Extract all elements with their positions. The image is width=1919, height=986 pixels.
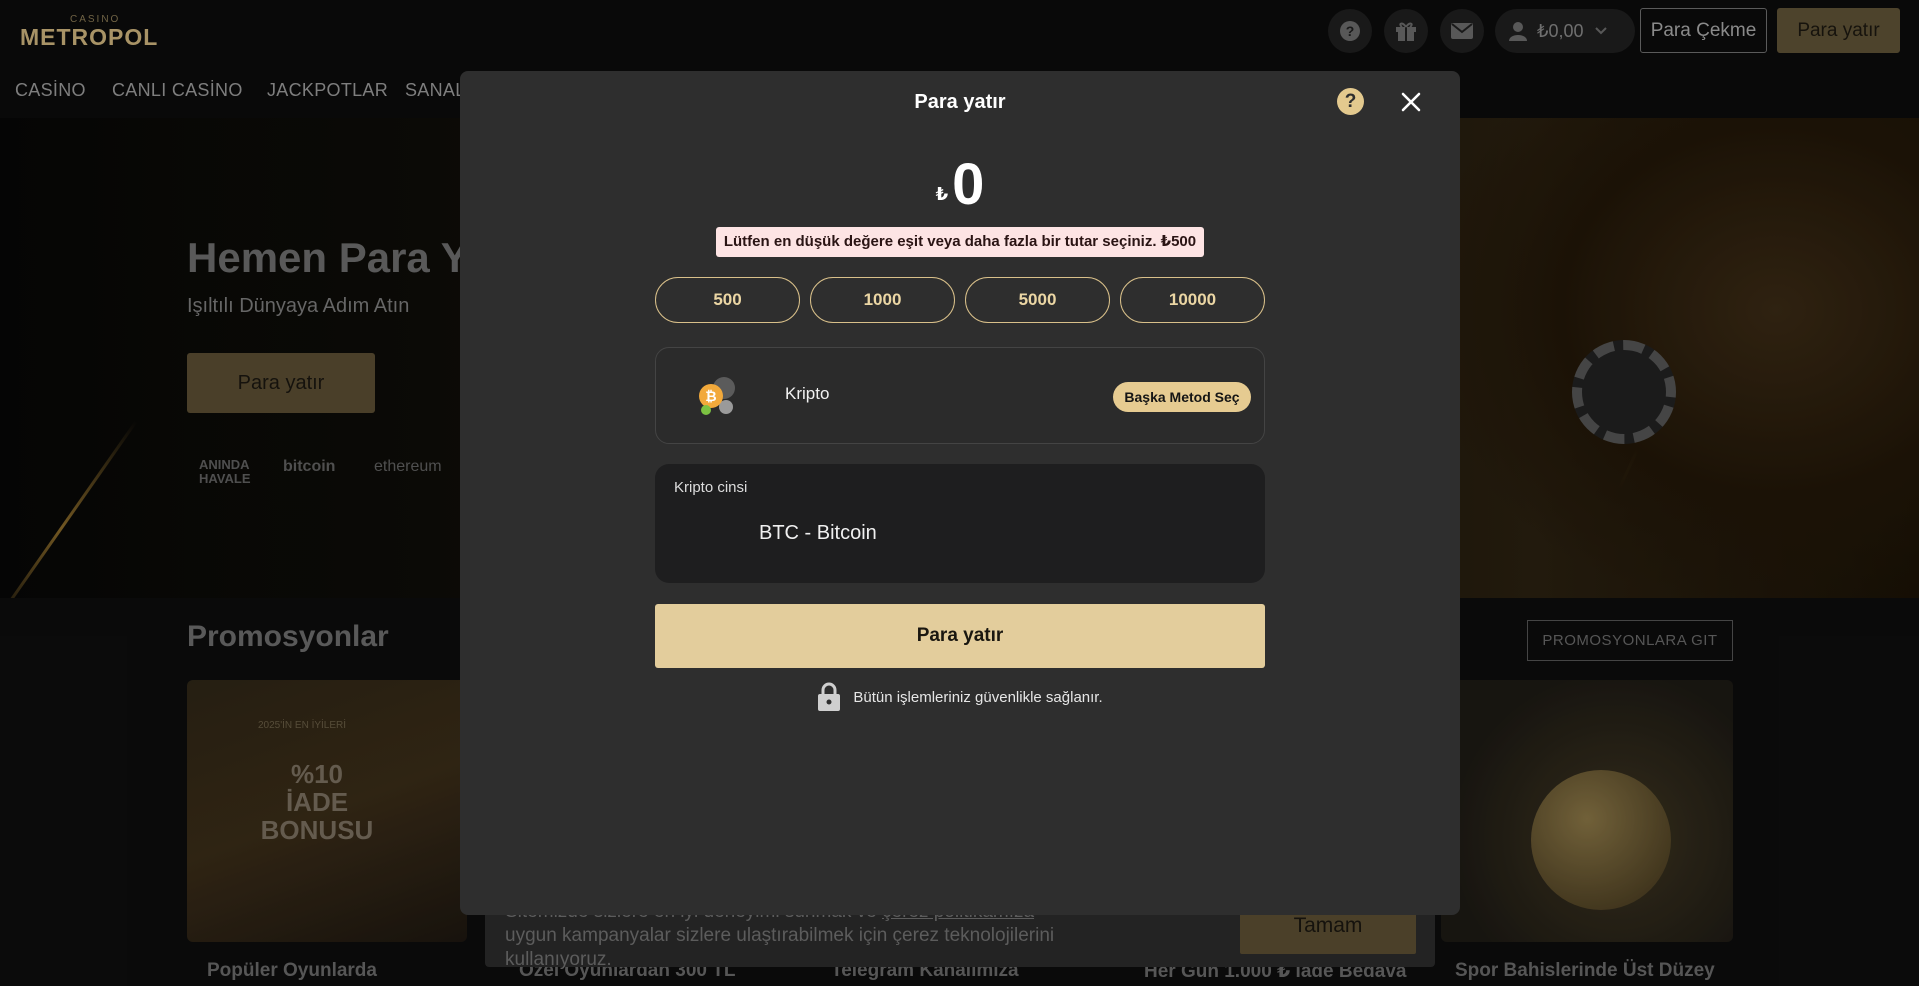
secure-note: Bütün işlemleriniz güvenlikle sağlanır. <box>460 682 1460 712</box>
deposit-modal: Para yatır ? ₺0 Lütfen en düşük değere e… <box>460 71 1460 915</box>
help-icon[interactable]: ? <box>1337 88 1364 115</box>
quick-amount-5000[interactable]: 5000 <box>965 277 1110 323</box>
close-icon[interactable] <box>1397 88 1425 116</box>
svg-text:₿: ₿ <box>705 388 716 404</box>
quick-amount-500[interactable]: 500 <box>655 277 800 323</box>
crypto-type-select[interactable]: Kripto cinsi BTC - Bitcoin <box>655 464 1265 583</box>
payment-method-card: ₿ Kripto Başka Metod Seç <box>655 347 1265 444</box>
lock-icon <box>818 682 841 711</box>
min-amount-warning: Lütfen en düşük değere eşit veya daha fa… <box>716 227 1204 257</box>
crypto-coins-icon: ₿ <box>699 377 735 415</box>
change-method-button[interactable]: Başka Metod Seç <box>1113 382 1251 412</box>
amount-display[interactable]: ₺0 <box>460 151 1460 218</box>
deposit-submit-button[interactable]: Para yatır <box>655 604 1265 668</box>
method-name: Kripto <box>785 384 830 403</box>
modal-title: Para yatır <box>914 91 1006 113</box>
quick-amount-1000[interactable]: 1000 <box>810 277 955 323</box>
amount-value: 0 <box>952 152 985 217</box>
quick-amount-10000[interactable]: 10000 <box>1120 277 1265 323</box>
crypto-type-value: BTC - Bitcoin <box>759 522 877 544</box>
secure-note-text: Bütün işlemleriniz güvenlikle sağlanır. <box>853 688 1103 706</box>
currency-symbol: ₺ <box>935 184 949 204</box>
crypto-type-label: Kripto cinsi <box>674 479 748 496</box>
